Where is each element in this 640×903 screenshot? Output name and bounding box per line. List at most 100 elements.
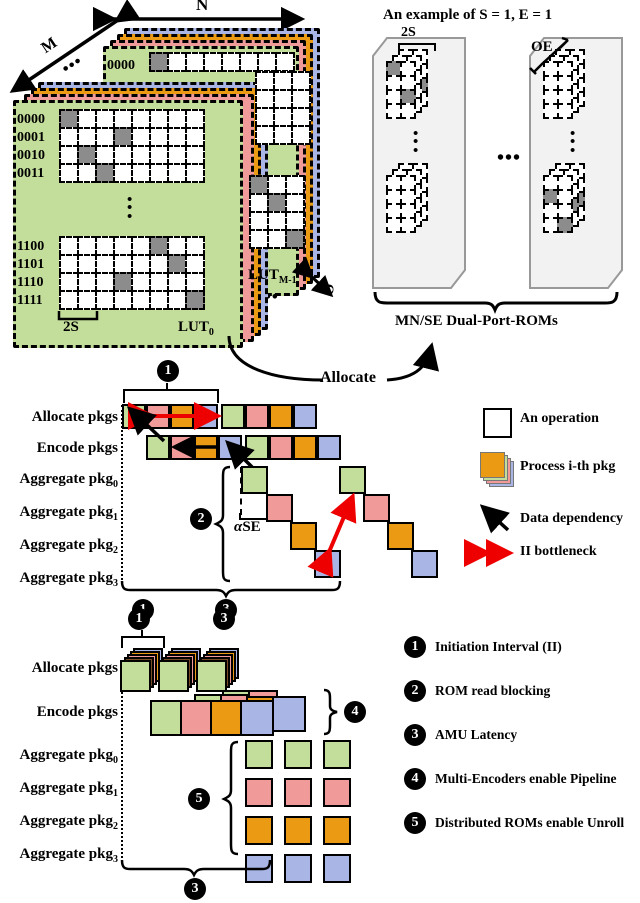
rom-oe-label: OE (531, 39, 553, 55)
dual-port-rom-figure: An example of S = 1, E = 1 • • • 2S ••• … (345, 0, 640, 350)
lut0-grid-bottom (59, 236, 205, 310)
rom-2s-bracket (398, 43, 436, 51)
alloc-sq (293, 404, 317, 429)
numbered-legend-item-2: 2 ROM read blocking (404, 680, 550, 702)
middle-label-text: Allocate pkgs (31, 409, 118, 425)
bottom-label-text: Aggregate pkg (19, 780, 113, 796)
agg-sq-3b (411, 550, 438, 578)
legend-num-1: 1 (404, 636, 426, 658)
numbered-legend: 1 Initiation Interval (II) 2 ROM read bl… (404, 636, 640, 886)
encode-sq (269, 435, 293, 460)
bottom-start-guideline (121, 680, 123, 858)
agg-sq-2a (290, 522, 317, 550)
lut0-row-labels-bottom: 1100 1101 1110 1111 (17, 238, 44, 310)
lut-m1-grid-top (255, 71, 311, 145)
amu-latency-brace (120, 580, 342, 599)
middle-row-label-allocate: Allocate pkgs (0, 405, 118, 436)
legend-num-2: 2 (404, 680, 426, 702)
agg-sq-1a (266, 494, 293, 522)
middle-row-label-encode: Encode pkgs (0, 436, 118, 467)
rom-caption: MN/SE Dual-Port-ROMs (395, 313, 558, 329)
legend-num-3: 3 (404, 724, 426, 746)
agg-grid-sq (284, 854, 312, 883)
back-sheet-row-label: 0000 (107, 58, 135, 73)
marker-rom-blocking: 2 (190, 508, 212, 530)
middle-label-text: Encode pkgs (36, 440, 118, 456)
marker-ii-top: 1 (157, 360, 179, 382)
bottom-label-sub: 3 (113, 854, 118, 865)
bottom-row-label-agg0: Aggregate pkg0 (0, 743, 118, 776)
middle-row-label-agg3: Aggregate pkg3 (0, 566, 118, 599)
marker-ii-bottom-fig: 1 (128, 608, 150, 630)
encode-sq (293, 435, 317, 460)
legend-label-bottleneck: II bottleneck (520, 544, 597, 559)
bottom-label-sub: 2 (113, 821, 118, 832)
legend-text-5: Distributed ROMs enable Unroll (435, 815, 625, 831)
bottom-row-label-encode: Encode pkgs (0, 698, 118, 743)
lut-m1-sub: M-1 (278, 275, 297, 286)
agg-grid-sq (323, 740, 351, 769)
marker-unroll: 5 (188, 788, 210, 810)
axis-n-label: N (196, 0, 209, 14)
marker-pipeline: 4 (344, 701, 366, 723)
rom-group-brace (373, 291, 619, 315)
bottom-label-text: Allocate pkgs (31, 660, 118, 676)
lut-m1-text: LUT (248, 267, 279, 283)
lut0-row-label: 0001 (17, 130, 45, 145)
legend-num-4: 4 (404, 768, 426, 790)
pipeline-start-guideline (121, 405, 123, 580)
rom-2s-label: 2S (401, 25, 416, 40)
alloc-sq (269, 404, 293, 429)
legend-text-3: AMU Latency (435, 727, 518, 743)
amu-latency-brace-bottom (120, 859, 272, 878)
lut-m1-grid-bottom (249, 175, 305, 249)
legend-label-process: Process i-th pkg (520, 459, 616, 474)
rom-card-first: • • • (372, 37, 466, 289)
empty-square-icon (483, 408, 512, 438)
middle-label-text: Aggregate pkg (19, 570, 113, 586)
marker-amu-top-fig: 3 (213, 608, 235, 630)
agg-sq-2b (387, 522, 414, 550)
numbered-legend-item-1: 1 Initiation Interval (II) (404, 636, 562, 658)
middle-label-text: Aggregate pkg (19, 504, 113, 520)
agg-grid-sq (323, 816, 351, 845)
agg-grid-sq (245, 816, 273, 845)
alloc-sq (221, 404, 245, 429)
lut0-row-label: 0010 (17, 148, 45, 163)
agg-grid-sq (284, 778, 312, 807)
bottom-label-sub: 1 (113, 788, 118, 799)
symbol-legend: An operation Process i-th pkg Data depen… (464, 408, 640, 573)
numbered-legend-item-5: 5 Distributed ROMs enable Unroll (404, 812, 624, 834)
agg-grid-sq (323, 778, 351, 807)
rom2-grid-b-layer1 (543, 175, 573, 233)
dependency-arrow-alloc (126, 406, 166, 443)
middle-label-sub: 2 (113, 545, 118, 556)
lut-stack-figure: M ••• N 0000 LUTM-1 O ••• 0000 0001 0010… (0, 0, 340, 350)
bottom-label-text: Aggregate pkg (19, 747, 113, 763)
middle-label-text: Aggregate pkg (19, 537, 113, 553)
lut0-row-label: 1101 (17, 257, 45, 272)
lut0-sub: 0 (208, 327, 214, 338)
rom-grid-b-layer1 (386, 175, 416, 233)
lut0-row-label: 1111 (17, 293, 43, 308)
legend-label-dependency: Data dependency (520, 511, 624, 526)
baseline-pipeline-figure: 1 Allocate pkgs Encode pkgs Aggregate pk… (0, 355, 460, 621)
pipeline-brace (323, 688, 338, 736)
agg-grid-sq (323, 854, 351, 883)
lut-back-grid (149, 52, 295, 72)
bottom-label-text: Encode pkgs (36, 704, 118, 720)
agg-sq-0a (241, 466, 268, 494)
bottom-row-label-allocate: Allocate pkgs (0, 654, 118, 698)
rom-grid-layer1 (386, 61, 416, 119)
agg-sq-1b (363, 494, 390, 522)
middle-label-sub: 1 (113, 512, 118, 523)
bottom-label-text: Aggregate pkg (19, 813, 113, 829)
legend-num-5: 5 (404, 812, 426, 834)
agg-grid-sq (245, 778, 273, 807)
red-double-arrow-icon (464, 539, 514, 567)
encode-sq (317, 435, 341, 460)
axis-n-arrow (92, 6, 306, 32)
rom-title: An example of S = 1, E = 1 (383, 7, 553, 23)
lut0-row-labels-top: 0000 0001 0010 0011 (17, 111, 45, 183)
lut0-text: LUT (178, 319, 209, 335)
